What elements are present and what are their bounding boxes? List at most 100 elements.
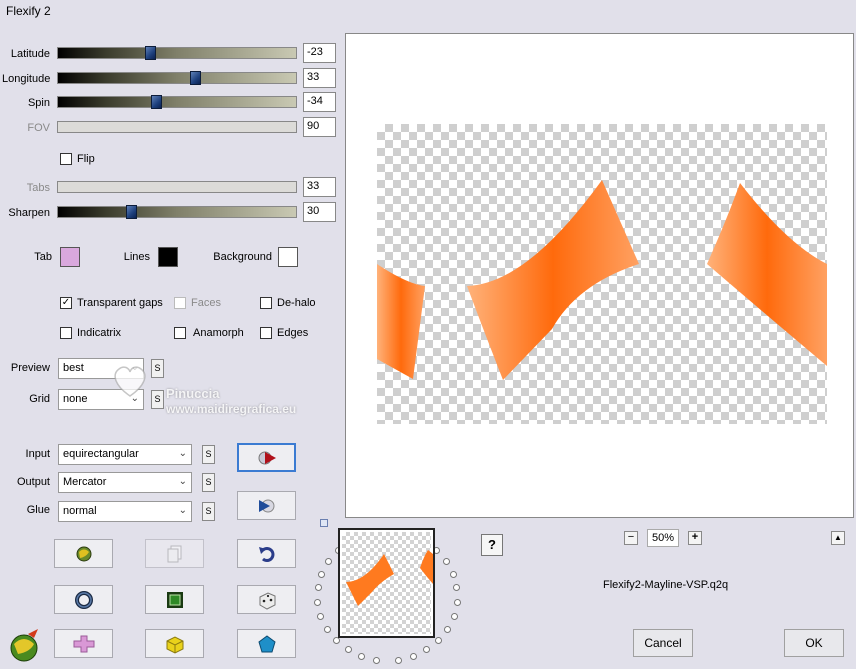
slider-thumb-spin[interactable]: [151, 95, 162, 109]
background-color-swatch[interactable]: [278, 247, 298, 267]
dial-dot[interactable]: [395, 657, 402, 664]
dial-dot[interactable]: [345, 646, 352, 653]
ok-button[interactable]: OK: [784, 629, 844, 657]
output-select-value: Mercator: [63, 476, 107, 488]
input-select-value: equirectangular: [63, 448, 139, 460]
cube-button[interactable]: [145, 629, 204, 658]
slider-value-spin[interactable]: -34: [303, 92, 336, 112]
dial-dot[interactable]: [451, 613, 458, 620]
preset-filename: Flexify2-Mayline-VSP.q2q: [603, 579, 729, 591]
zoom-out-button[interactable]: −: [624, 531, 638, 545]
slider-track-spin[interactable]: [57, 95, 297, 109]
slider-value-tabs[interactable]: 33: [303, 177, 336, 197]
zoom-in-button[interactable]: +: [688, 531, 702, 545]
slider-thumb-sharpen[interactable]: [126, 205, 137, 219]
slider-track-longitude[interactable]: [57, 71, 297, 85]
dial-dot[interactable]: [314, 599, 321, 606]
faces-checkbox[interactable]: [174, 297, 186, 309]
dial-dot[interactable]: [318, 571, 325, 578]
dial-dot[interactable]: [444, 626, 451, 633]
ring-button[interactable]: [54, 585, 113, 614]
navigator-thumbnail[interactable]: [338, 528, 435, 638]
slider-value-fov[interactable]: 90: [303, 117, 336, 137]
dial-dot[interactable]: [333, 637, 340, 644]
lines-color-swatch[interactable]: [158, 247, 178, 267]
slider-track-latitude[interactable]: [57, 46, 297, 60]
dehalo-label: De-halo: [277, 297, 316, 309]
cancel-button[interactable]: Cancel: [633, 629, 693, 657]
slider-value-longitude[interactable]: 33: [303, 68, 336, 88]
input-select-label: Input: [25, 448, 50, 460]
dice-button[interactable]: [237, 585, 296, 614]
indicatrix-label: Indicatrix: [77, 327, 122, 339]
randomize-button[interactable]: [54, 539, 113, 568]
input-s-button[interactable]: S: [202, 445, 215, 464]
collapse-up-button[interactable]: ▲: [831, 531, 845, 545]
dial-dot[interactable]: [373, 657, 380, 664]
dial-dot[interactable]: [450, 571, 457, 578]
slider-thumb-latitude[interactable]: [145, 46, 156, 60]
grid-select-value: none: [63, 393, 88, 405]
dial-dot[interactable]: [454, 599, 461, 606]
preview-s-button[interactable]: S: [151, 359, 164, 378]
pentagon-icon: [257, 634, 276, 652]
render-button[interactable]: [237, 491, 296, 520]
cross-button[interactable]: [54, 629, 113, 658]
dehalo-checkbox[interactable]: [260, 297, 272, 309]
dial-dot[interactable]: [423, 646, 430, 653]
output-select[interactable]: Mercator ⌄: [58, 472, 192, 493]
small-preview-toggle[interactable]: [320, 519, 328, 527]
tab-color-swatch[interactable]: [60, 247, 80, 267]
input-select[interactable]: equirectangular ⌄: [58, 444, 192, 465]
flexify-logo-icon: [10, 629, 38, 662]
glue-s-button[interactable]: S: [202, 502, 215, 521]
output-s-button[interactable]: S: [202, 473, 215, 492]
dial-dot[interactable]: [315, 584, 322, 591]
dial-dot[interactable]: [410, 653, 417, 660]
background-color-label: Background: [213, 251, 272, 263]
frame-icon: [166, 591, 183, 608]
dial-dot[interactable]: [325, 558, 332, 565]
anamorph-checkbox[interactable]: [174, 327, 186, 339]
tab-color-label: Tab: [34, 251, 52, 263]
window-title: Flexify 2: [6, 4, 51, 18]
slider-label-fov: FOV: [27, 122, 50, 134]
slider-value-latitude[interactable]: -23: [303, 43, 336, 63]
undo-button[interactable]: [237, 539, 296, 568]
dial-dot[interactable]: [435, 637, 442, 644]
dial-dot[interactable]: [453, 584, 460, 591]
dial-dot[interactable]: [358, 653, 365, 660]
anamorph-label: Anamorph: [193, 327, 244, 339]
watermark-url: www.maidiregrafica.eu: [166, 402, 297, 416]
indicatrix-checkbox[interactable]: [60, 327, 72, 339]
slider-track-sharpen[interactable]: [57, 205, 297, 219]
thumbnail-image: [346, 550, 433, 606]
edges-label: Edges: [277, 327, 309, 339]
slider-value-sharpen[interactable]: 30: [303, 202, 336, 222]
flip-checkbox[interactable]: [60, 153, 72, 165]
glue-select[interactable]: normal ⌄: [58, 501, 192, 522]
dial-dot[interactable]: [317, 613, 324, 620]
slider-thumb-longitude[interactable]: [190, 71, 201, 85]
preview-transparency-checker: [377, 124, 827, 424]
edges-checkbox[interactable]: [260, 327, 272, 339]
glue-select-label: Glue: [26, 504, 50, 516]
copy-button[interactable]: [145, 539, 204, 568]
chevron-down-icon: ⌄: [178, 448, 187, 459]
preview-select-value: best: [63, 362, 84, 374]
copy-icon: [167, 545, 181, 562]
help-button[interactable]: ?: [481, 534, 503, 556]
transparent-gaps-checkbox[interactable]: ✓: [60, 297, 72, 309]
play-button[interactable]: [237, 443, 296, 472]
cross-icon: [73, 635, 94, 652]
grid-s-button[interactable]: S: [151, 390, 164, 409]
slider-track-tabs[interactable]: [57, 181, 297, 193]
flip-label: Flip: [77, 153, 95, 165]
slider-track-fov[interactable]: [57, 121, 297, 133]
dial-dot[interactable]: [324, 626, 331, 633]
slider-label-latitude: Latitude: [10, 48, 50, 60]
pentagon-button[interactable]: [237, 629, 296, 658]
frame-button[interactable]: [145, 585, 204, 614]
grid-select-label: Grid: [29, 393, 50, 405]
dial-dot[interactable]: [443, 558, 450, 565]
